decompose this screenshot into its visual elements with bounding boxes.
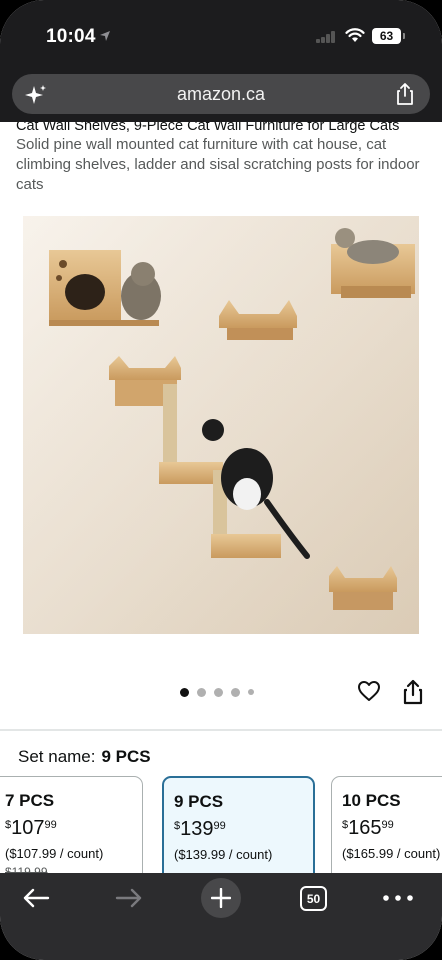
new-tab-button[interactable] [201,878,241,918]
carousel-dot[interactable] [248,689,254,695]
tab-count-button[interactable]: 50 [300,886,327,911]
status-bar: 10:04 63 [0,0,442,70]
browser-top-chrome: 10:04 63 amazon.ca [0,0,442,122]
option-unit-price: ($139.99 / count) [174,847,273,862]
carousel-dot[interactable] [214,687,223,697]
heart-icon[interactable] [357,679,381,703]
browser-toolbar: 50 [0,873,442,960]
status-time: 10:04 [46,26,96,47]
back-arrow-icon[interactable] [22,887,50,909]
option-unit-price: ($165.99 / count) [342,846,441,861]
option-price: $10799 [5,817,57,839]
section-divider [0,729,442,731]
address-bar[interactable]: amazon.ca [12,74,430,114]
share-icon[interactable] [402,679,424,705]
option-price: $16599 [342,817,394,839]
image-carousel-dots[interactable] [180,686,254,698]
option-price: $13999 [174,818,226,840]
url-text[interactable]: amazon.ca [12,84,430,105]
carousel-dot[interactable] [231,687,240,697]
option-label: 9 PCS [174,792,224,811]
option-label: 10 PCS [342,791,401,810]
option-7-pcs[interactable]: 7 PCS $10799 ($107.99 / count) $119.99 [0,776,143,886]
forward-arrow-icon[interactable] [115,887,143,909]
variation-label: Set name: 9 PCS [18,747,151,767]
product-photo [23,216,419,634]
set-name-label: Set name: [18,747,96,766]
selected-set-name: 9 PCS [101,747,151,766]
carousel-dot[interactable] [197,687,206,697]
cellular-signal-icon [316,31,338,43]
option-unit-price: ($107.99 / count) [5,846,104,861]
option-9-pcs[interactable]: 9 PCS $13999 ($139.99 / count) [162,776,315,886]
option-10-pcs[interactable]: 10 PCS $16599 ($165.99 / count) [331,776,442,886]
page-content: Cat Wall Shelves, 9-Piece Cat Wall Furni… [0,0,442,960]
product-image[interactable] [23,216,419,634]
wifi-icon [345,28,365,42]
location-arrow-icon [100,31,110,41]
product-subtitle: Solid pine wall mounted cat furniture wi… [16,136,420,193]
share-icon[interactable] [394,82,416,106]
more-options-icon[interactable] [383,895,413,901]
phone-screen: Cat Wall Shelves, 9-Piece Cat Wall Furni… [0,0,442,960]
battery-icon: 63 [372,28,405,44]
carousel-dot[interactable] [180,687,189,697]
option-label: 7 PCS [5,791,55,810]
plus-icon [211,888,231,908]
